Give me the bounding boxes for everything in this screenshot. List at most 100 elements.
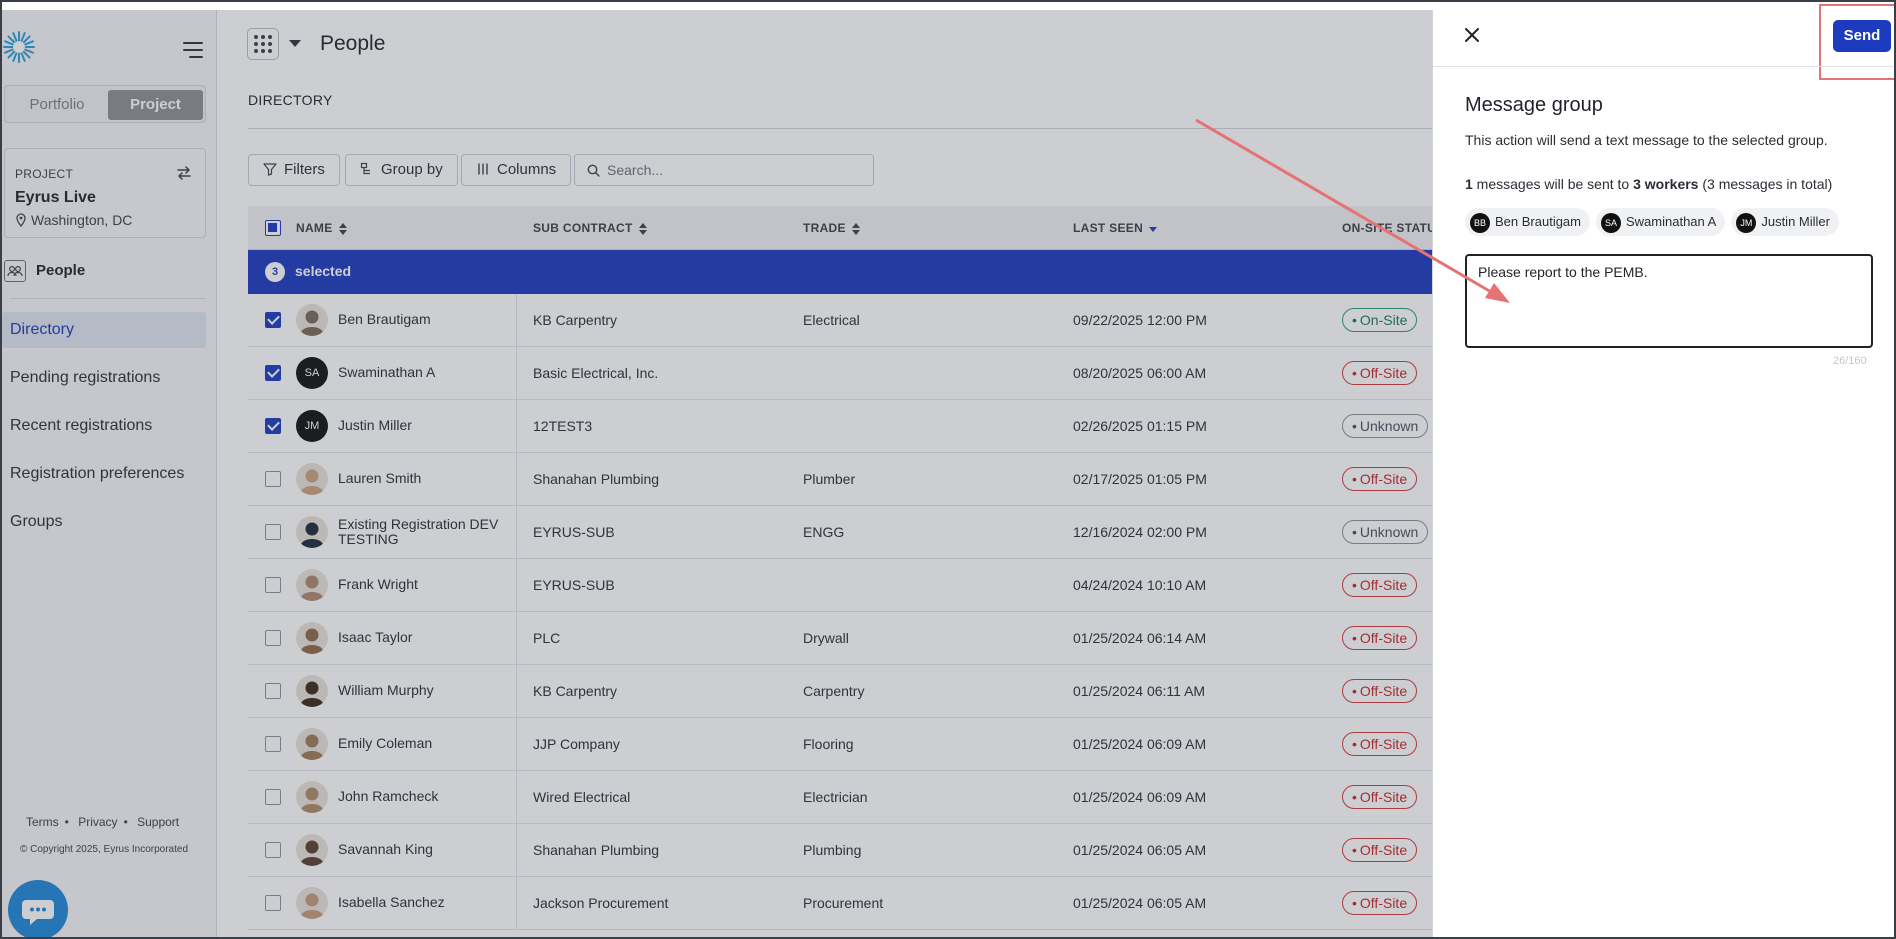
row-checkbox[interactable] (265, 789, 281, 805)
worker-name[interactable]: Justin Miller (338, 418, 508, 433)
group-by-button[interactable]: Group by (345, 154, 458, 186)
chat-button[interactable] (8, 880, 68, 937)
sort-icon (851, 222, 860, 235)
panel-title: Message group (1465, 94, 1603, 116)
recipient-chip: BB Ben Brautigam (1465, 208, 1590, 236)
support-link[interactable]: Support (137, 815, 179, 829)
worker-name[interactable]: Savannah King (338, 842, 508, 857)
table-row[interactable]: Lauren Smith Shanahan Plumbing Plumber 0… (248, 453, 1432, 506)
row-checkbox[interactable] (265, 524, 281, 540)
terms-link[interactable]: Terms (26, 815, 59, 829)
column-header-sub-contract[interactable]: SUB CONTRACT (533, 206, 647, 250)
location-pin-icon (16, 213, 26, 228)
chevron-down-icon[interactable] (289, 40, 301, 47)
recipient-chip: JM Justin Miller (1731, 208, 1839, 236)
search-input[interactable] (607, 160, 867, 180)
status-badge: On-Site (1342, 308, 1418, 332)
last-seen: 01/25/2024 06:09 AM (1073, 789, 1207, 805)
portfolio-tab[interactable]: Portfolio (9, 90, 105, 120)
worker-name[interactable]: Isabella Sanchez (338, 895, 508, 910)
row-checkbox[interactable] (265, 683, 281, 699)
worker-name[interactable]: Lauren Smith (338, 471, 508, 486)
status-badge: Off-Site (1342, 732, 1418, 756)
columns-button[interactable]: Columns (461, 154, 572, 186)
sub-contract: PLC (533, 630, 561, 646)
worker-name[interactable]: Swaminathan A (338, 365, 508, 380)
copyright: © Copyright 2025, Eyrus Incorporated (20, 844, 189, 855)
table-row[interactable]: William Murphy KB Carpentry Carpentry 01… (248, 665, 1432, 718)
message-count-summary: 1 messages will be sent to 3 workers (3 … (1465, 176, 1832, 192)
worker-name[interactable]: Frank Wright (338, 577, 508, 592)
filters-button[interactable]: Filters (248, 154, 340, 186)
column-header-name[interactable]: NAME (296, 206, 347, 250)
table-row[interactable]: John Ramcheck Wired Electrical Electrici… (248, 771, 1432, 824)
column-header-trade[interactable]: TRADE (803, 206, 860, 250)
sub-contract: EYRUS-SUB (533, 577, 615, 593)
column-header-on-site-status[interactable]: ON-SITE STATUS (1342, 206, 1444, 250)
last-seen: 02/26/2025 01:15 PM (1073, 418, 1207, 434)
people-section-heading: People (4, 260, 85, 282)
table-row[interactable]: Isabella Sanchez Jackson Procurement Pro… (248, 877, 1432, 930)
last-seen: 09/22/2025 12:00 PM (1073, 312, 1207, 328)
selection-bar: 3 selected (248, 250, 1432, 294)
menu-icon[interactable] (183, 42, 203, 58)
table-row[interactable]: Isaac Taylor PLC Drywall 01/25/2024 06:1… (248, 612, 1432, 665)
send-button[interactable]: Send (1833, 20, 1891, 52)
last-seen: 12/16/2024 02:00 PM (1073, 524, 1207, 540)
columns-icon (478, 163, 488, 175)
table-row[interactable]: Existing Registration DEV TESTING EYRUS-… (248, 506, 1432, 559)
columns-label: Columns (497, 161, 557, 178)
sub-contract: 12TEST3 (533, 418, 593, 434)
sidebar-item-recent-registrations[interactable]: Recent registrations (2, 408, 206, 444)
recipient-name: Justin Miller (1761, 214, 1830, 229)
app-switcher-icon[interactable] (247, 28, 279, 60)
worker-name[interactable]: Ben Brautigam (338, 312, 508, 327)
table-row[interactable]: Ben Brautigam KB Carpentry Electrical 09… (248, 294, 1432, 347)
filters-label: Filters (284, 161, 325, 178)
table-row[interactable]: Emily Coleman JJP Company Flooring 01/25… (248, 718, 1432, 771)
row-checkbox[interactable] (265, 630, 281, 646)
select-all-checkbox[interactable] (265, 220, 281, 236)
worker-name[interactable]: Emily Coleman (338, 736, 508, 751)
worker-name[interactable]: William Murphy (338, 683, 508, 698)
swap-project-icon[interactable] (175, 164, 193, 182)
sidebar-item-directory[interactable]: Directory (2, 312, 206, 348)
sidebar-item-registration-preferences[interactable]: Registration preferences (2, 456, 206, 492)
privacy-link[interactable]: Privacy (78, 815, 117, 829)
trade: Plumber (803, 471, 856, 487)
row-checkbox[interactable] (265, 895, 281, 911)
column-divider (516, 400, 517, 452)
message-group-panel: Send Message group This action will send… (1432, 4, 1894, 937)
row-checkbox[interactable] (265, 577, 281, 593)
row-checkbox[interactable] (265, 842, 281, 858)
trade: Flooring (803, 736, 854, 752)
table-row[interactable]: Savannah King Shanahan Plumbing Plumbing… (248, 824, 1432, 877)
avatar-photo (296, 304, 328, 336)
app-window: Portfolio Project PROJECT Eyrus Live Was… (0, 0, 1896, 939)
worker-name[interactable]: John Ramcheck (338, 789, 508, 804)
project-label: PROJECT (15, 167, 74, 181)
sub-contract: Shanahan Plumbing (533, 471, 660, 487)
sub-contract: JJP Company (533, 736, 620, 752)
worker-name[interactable]: Existing Registration DEV TESTING (338, 517, 508, 547)
close-icon[interactable] (1461, 24, 1483, 46)
table-row[interactable]: JM Justin Miller 12TEST3 02/26/2025 01:1… (248, 400, 1432, 453)
table-row[interactable]: Frank Wright EYRUS-SUB 04/24/2024 10:10 … (248, 559, 1432, 612)
sidebar-item-pending-registrations[interactable]: Pending registrations (2, 360, 206, 396)
column-header-last-seen[interactable]: LAST SEEN (1073, 206, 1158, 250)
worker-name[interactable]: Isaac Taylor (338, 630, 508, 645)
status-badge: Off-Site (1342, 573, 1418, 597)
project-tab[interactable]: Project (108, 90, 203, 120)
row-checkbox[interactable] (265, 365, 281, 381)
sidebar-item-groups[interactable]: Groups (2, 504, 206, 540)
table-row[interactable]: SA Swaminathan A Basic Electrical, Inc. … (248, 347, 1432, 400)
last-seen: 01/25/2024 06:05 AM (1073, 842, 1207, 858)
project-location: Washington, DC (15, 212, 132, 228)
row-checkbox[interactable] (265, 312, 281, 328)
trade: Plumbing (803, 842, 862, 858)
row-checkbox[interactable] (265, 736, 281, 752)
row-checkbox[interactable] (265, 418, 281, 434)
message-textarea[interactable]: Please report to the PEMB. (1465, 254, 1873, 348)
row-checkbox[interactable] (265, 471, 281, 487)
sidebar-divider (10, 298, 206, 299)
